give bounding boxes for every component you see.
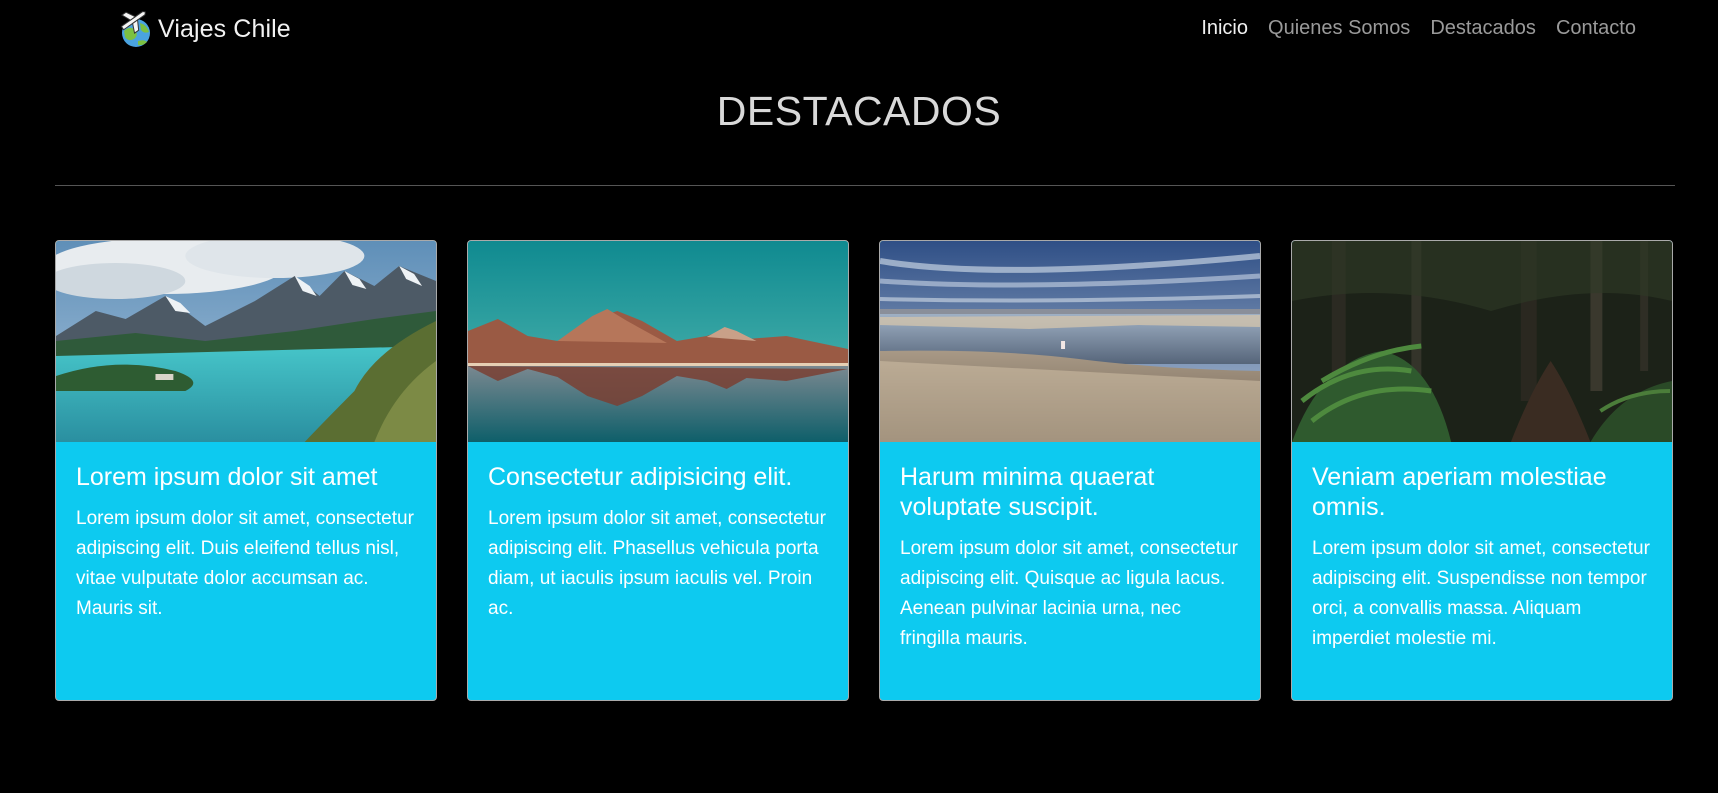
photo-volcano-reflection: [468, 241, 848, 442]
card[interactable]: Veniam aperiam molestiae omnis. Lorem ip…: [1291, 240, 1673, 701]
card-title: Consectetur adipisicing elit.: [488, 463, 793, 491]
nav-menu: Inicio Quienes Somos Destacados Contacto: [1201, 17, 1636, 40]
card-title: Harum minima quaerat voluptate suscipit.: [900, 463, 1155, 521]
card-title: Lorem ipsum dolor sit amet: [76, 463, 378, 491]
divider: [55, 185, 1675, 186]
card[interactable]: Consectetur adipisicing elit. Lorem ipsu…: [467, 240, 849, 701]
page-title: DESTACADOS: [716, 88, 1002, 134]
card-title: Veniam aperiam molestiae omnis.: [1312, 463, 1607, 521]
navbar: Viajes Chile Inicio Quienes Somos Destac…: [0, 0, 1718, 62]
brand-name: Viajes Chile: [158, 14, 291, 43]
card[interactable]: Lorem ipsum dolor sit amet Lorem ipsum d…: [55, 240, 437, 701]
card-text: Lorem ipsum dolor sit amet, consectetur …: [1312, 538, 1650, 649]
card-grid: Lorem ipsum dolor sit amet Lorem ipsum d…: [55, 240, 1673, 701]
card[interactable]: Harum minima quaerat voluptate suscipit.…: [879, 240, 1261, 701]
travel-globe-icon: [120, 11, 150, 47]
card-body: Harum minima quaerat voluptate suscipit.…: [880, 442, 1260, 654]
card-body: Lorem ipsum dolor sit amet Lorem ipsum d…: [56, 442, 436, 624]
nav-link-inicio[interactable]: Inicio: [1201, 17, 1248, 40]
nav-link-destacados[interactable]: Destacados: [1430, 17, 1536, 40]
photo-salt-flat-lagoon: [880, 241, 1260, 442]
card-text: Lorem ipsum dolor sit amet, consectetur …: [900, 538, 1238, 649]
card-text: Lorem ipsum dolor sit amet, consectetur …: [76, 508, 414, 619]
card-text: Lorem ipsum dolor sit amet, consectetur …: [488, 508, 826, 619]
card-body: Veniam aperiam molestiae omnis. Lorem ip…: [1292, 442, 1672, 654]
brand-link[interactable]: Viajes Chile: [116, 9, 291, 49]
photo-mountains-lake: [56, 241, 436, 442]
photo-forest-ferns: [1292, 241, 1672, 442]
card-body: Consectetur adipisicing elit. Lorem ipsu…: [468, 442, 848, 624]
nav-link-quienes-somos[interactable]: Quienes Somos: [1268, 17, 1410, 40]
nav-link-contacto[interactable]: Contacto: [1556, 17, 1636, 40]
